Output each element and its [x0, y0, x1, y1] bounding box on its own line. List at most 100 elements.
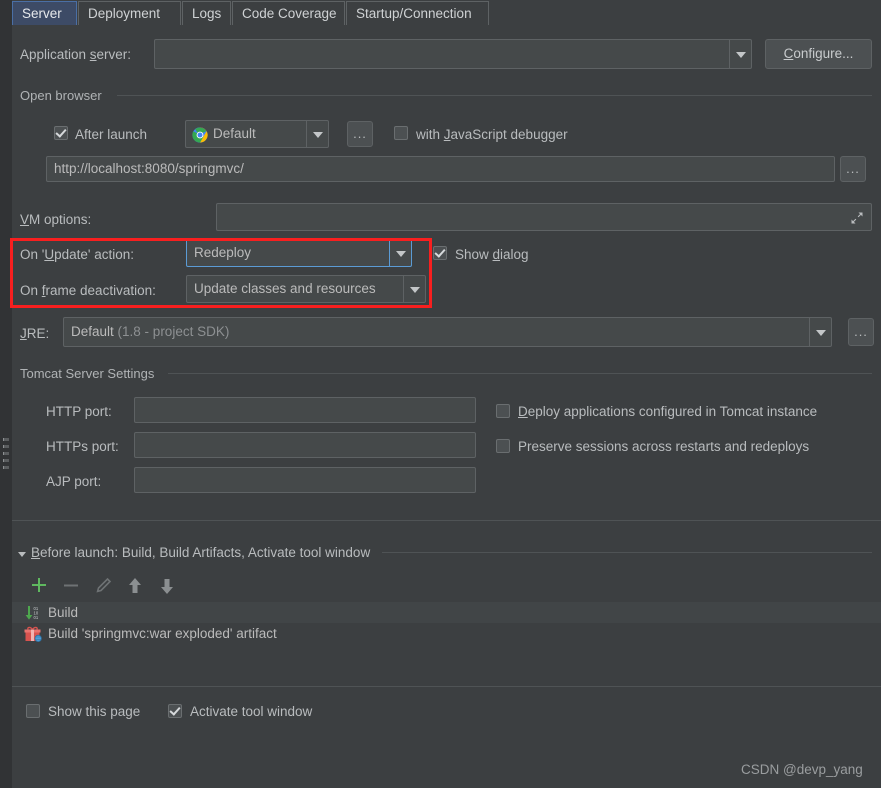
tab-code-coverage-label: Code Coverage: [242, 6, 337, 21]
before-launch-title-post: efore launch: Build, Build Artifacts, Ac…: [40, 545, 371, 560]
on-frame-deactivation-combo[interactable]: Update classes and resources: [186, 275, 426, 303]
configure-button-label-mnemonic: C: [783, 46, 794, 61]
application-server-label-pre: Application: [20, 47, 90, 62]
activate-tool-window-label: Activate tool window: [190, 704, 313, 719]
browser-url-input[interactable]: http://localhost:8080/springmvc/: [46, 156, 835, 182]
show-dialog-label-post: ialog: [500, 247, 529, 262]
vm-options-input[interactable]: [216, 203, 872, 231]
tab-logs-label: Logs: [192, 6, 222, 21]
show-dialog-checkbox[interactable]: [433, 246, 447, 260]
show-this-page-checkbox[interactable]: [26, 704, 40, 718]
pencil-icon[interactable]: [92, 575, 114, 597]
expand-icon[interactable]: [849, 209, 865, 225]
ajp-port-input[interactable]: [134, 467, 476, 493]
activate-tool-window-checkbox[interactable]: [168, 704, 182, 718]
tab-bar: Server Deployment Logs Code Coverage Sta…: [12, 0, 881, 27]
show-dialog-label-pre: Show: [455, 247, 493, 262]
on-update-action-dropdown-arrow[interactable]: [389, 240, 411, 266]
before-launch-item-build-label: Build: [48, 605, 79, 620]
javascript-debugger-checkbox[interactable]: [394, 126, 408, 140]
javascript-debugger-label-pre: with: [416, 127, 444, 142]
artifact-icon: [24, 626, 42, 642]
jre-value-dim: (1.8 - project SDK): [117, 324, 230, 339]
jre-label: JRE:: [20, 326, 49, 342]
deploy-apps-checkbox[interactable]: [496, 404, 510, 418]
watermark-text: CSDN @devp_yang: [741, 762, 863, 777]
open-browser-group-line: [117, 95, 872, 96]
preserve-sessions-checkbox[interactable]: [496, 439, 510, 453]
show-this-page-label: Show this page: [48, 704, 141, 719]
application-server-label: Application server:: [20, 47, 131, 63]
configure-button[interactable]: Configure...: [765, 39, 872, 69]
show-dialog-label-mnemonic: d: [492, 247, 501, 262]
before-launch-item-artifact[interactable]: Build 'springmvc:war exploded' artifact: [12, 623, 881, 644]
jre-label-mnemonic: J: [20, 326, 27, 341]
vm-options-label-post: M options:: [29, 212, 92, 227]
before-launch-separator: [12, 520, 881, 521]
on-frame-deactivation-label-pre: On: [20, 283, 42, 298]
preserve-sessions-label: Preserve sessions across restarts and re…: [518, 439, 810, 454]
jre-browse-button[interactable]: ...: [848, 318, 874, 346]
http-port-label: HTTP port:: [46, 404, 112, 419]
arrow-up-icon[interactable]: [124, 575, 146, 597]
https-port-input[interactable]: [134, 432, 476, 458]
browser-url-browse-button[interactable]: ...: [840, 156, 866, 182]
application-server-combo[interactable]: [154, 39, 752, 69]
http-port-input[interactable]: [134, 397, 476, 423]
tab-startup-connection[interactable]: Startup/Connection: [346, 1, 489, 25]
footer-separator: [12, 686, 881, 687]
arrow-down-icon[interactable]: [156, 575, 178, 597]
jre-combo[interactable]: Default (1.8 - project SDK): [63, 317, 832, 347]
tab-startup-connection-label: Startup/Connection: [356, 6, 472, 21]
before-launch-item-build[interactable]: 01 10 01 Build: [12, 602, 881, 623]
browser-browse-button[interactable]: ...: [347, 121, 373, 147]
on-update-action-label: On 'Update' action:: [20, 247, 134, 263]
on-frame-deactivation-label-post: rame deactivation:: [45, 283, 156, 298]
on-frame-deactivation-label: On frame deactivation:: [20, 283, 156, 299]
browser-url-value: http://localhost:8080/springmvc/: [54, 161, 244, 176]
browser-value: Default: [213, 126, 256, 141]
on-update-action-label-pre: On ': [20, 247, 45, 262]
tab-deployment-label: Deployment: [88, 6, 161, 21]
show-dialog-label: Show dialog: [455, 247, 529, 263]
application-server-label-post: erver:: [96, 47, 132, 62]
on-update-action-combo[interactable]: Redeploy: [186, 239, 412, 267]
on-frame-deactivation-value: Update classes and resources: [194, 281, 376, 296]
deploy-apps-label: Deploy applications configured in Tomcat…: [518, 404, 817, 420]
on-frame-deactivation-dropdown-arrow[interactable]: [403, 276, 425, 302]
jre-label-post: RE:: [26, 326, 50, 341]
browser-dropdown-arrow[interactable]: [306, 121, 328, 147]
server-settings-panel: Application server: Configure... Open br…: [12, 26, 881, 788]
application-server-label-mnemonic: s: [89, 47, 97, 62]
tab-logs[interactable]: Logs: [182, 1, 231, 25]
tomcat-settings-group-title: Tomcat Server Settings: [20, 366, 161, 381]
on-update-action-label-mnemonic: U: [44, 247, 55, 262]
chrome-icon: [192, 126, 208, 143]
tab-server-label: Server: [22, 6, 62, 21]
after-launch-checkbox[interactable]: [54, 126, 68, 140]
tab-code-coverage[interactable]: Code Coverage: [232, 1, 345, 25]
before-launch-item-artifact-label: Build 'springmvc:war exploded' artifact: [48, 626, 277, 641]
javascript-debugger-label-post: avaScript debugger: [450, 127, 568, 142]
plus-icon[interactable]: [28, 575, 50, 597]
minus-icon[interactable]: [60, 575, 82, 597]
jre-dropdown-arrow[interactable]: [809, 318, 831, 346]
tomcat-settings-group-line: [168, 373, 872, 374]
before-launch-title-mnemonic: B: [31, 545, 41, 560]
jre-value-main: Default: [71, 324, 114, 339]
https-port-label: HTTPs port:: [46, 439, 119, 454]
ajp-port-label: AJP port:: [46, 474, 102, 489]
vm-options-label: VM options:: [20, 212, 91, 228]
application-server-dropdown-arrow[interactable]: [729, 40, 751, 68]
drag-handle-dots-icon[interactable]: [3, 438, 9, 473]
tab-deployment[interactable]: Deployment: [78, 1, 181, 25]
svg-text:01: 01: [34, 615, 39, 620]
build-icon: 01 10 01: [24, 605, 42, 621]
before-launch-group-line: [382, 552, 872, 553]
deploy-apps-label-mnemonic: D: [518, 404, 528, 419]
triangle-down-icon[interactable]: [17, 547, 27, 557]
jre-value: Default (1.8 - project SDK): [71, 318, 229, 346]
tab-server[interactable]: Server: [12, 1, 77, 25]
browser-combo[interactable]: Default: [185, 120, 329, 148]
on-update-action-value: Redeploy: [194, 245, 252, 260]
